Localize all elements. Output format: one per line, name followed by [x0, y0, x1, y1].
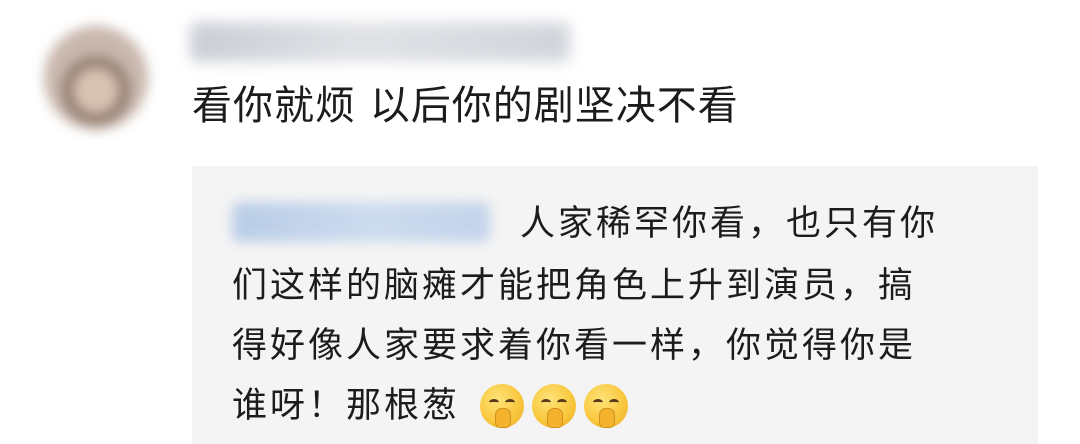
reply-text-line-2: 们这样的脑瘫才能把角色上升到演员，搞: [232, 266, 917, 306]
author-name-blurred[interactable]: [190, 22, 570, 62]
reply-text-line-4: 谁呀！那根葱: [232, 386, 461, 426]
reply-text-line-3: 得好像人家要求着你看一样，你觉得你是: [232, 326, 917, 366]
reply-text-line-1: 人家稀罕你看，也只有你: [520, 204, 939, 244]
shushing-face-icon: [532, 384, 576, 428]
comment-item: 看你就烦 以后你的剧坚决不看 人家稀罕你看，也只有你 们这样的脑瘫才能把角色上升…: [0, 0, 1080, 444]
shushing-face-icon: [480, 384, 524, 428]
comment-text: 看你就烦 以后你的剧坚决不看: [192, 83, 739, 129]
emoji-group: [480, 382, 628, 432]
avatar[interactable]: [44, 26, 148, 130]
reply-author-name-blurred[interactable]: [232, 202, 490, 242]
shushing-face-icon: [584, 384, 628, 428]
